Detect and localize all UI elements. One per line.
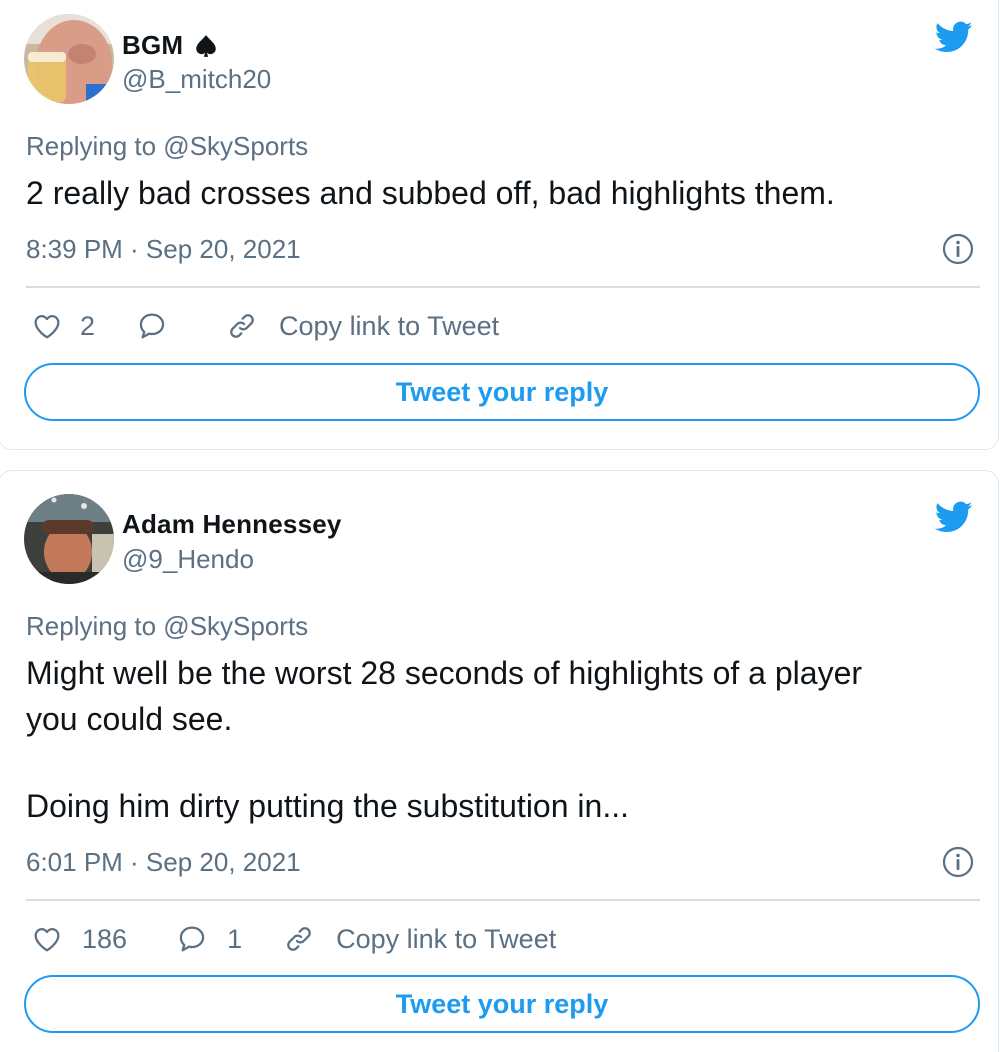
tweet-text: 2 really bad crosses and subbed off, bad…	[26, 170, 981, 216]
twitter-bird-icon[interactable]	[932, 498, 976, 536]
tweet-your-reply-button[interactable]: Tweet your reply	[24, 363, 980, 421]
tweet-text: Might well be the worst 28 seconds of hi…	[26, 650, 981, 829]
avatar[interactable]	[24, 14, 114, 104]
copy-link-button[interactable]: Copy link to Tweet	[225, 310, 499, 342]
heart-icon	[34, 928, 60, 952]
tweet-text-line	[26, 742, 981, 783]
copy-link-label: Copy link to Tweet	[279, 310, 500, 341]
tweet-actions: 2 Copy link to Tweet	[30, 306, 499, 346]
author-handle[interactable]: @9_Hendo	[122, 544, 254, 575]
author-name-row: Adam Hennessey	[122, 509, 342, 540]
author-handle[interactable]: @B_mitch20	[122, 64, 271, 95]
like-button[interactable]: 186	[30, 923, 127, 955]
replying-to[interactable]: Replying to @SkySports	[26, 611, 308, 642]
tweet-text-line: Doing him dirty putting the substitution…	[26, 788, 629, 824]
author-name[interactable]: Adam Hennessey	[122, 509, 342, 540]
divider	[26, 899, 980, 901]
like-button[interactable]: 2	[30, 310, 95, 342]
twitter-bird-icon[interactable]	[932, 18, 976, 56]
like-count: 186	[82, 923, 128, 954]
reply-bubble-icon	[179, 926, 205, 952]
divider	[26, 286, 980, 288]
tweet-text-line: Might well be the worst 28 seconds of hi…	[26, 655, 863, 691]
tweet-actions: 186 1 Copy link to Tweet	[30, 919, 556, 959]
info-icon[interactable]	[942, 233, 974, 265]
author-name-row: BGM	[122, 30, 219, 61]
copy-link-button[interactable]: Copy link to Tweet	[282, 923, 556, 955]
reply-icon-button[interactable]: 1	[175, 923, 242, 955]
reply-icon-button[interactable]	[135, 310, 169, 342]
reply-count: 1	[227, 923, 243, 954]
tweet-text-line: 2 really bad crosses and subbed off, bad…	[26, 175, 835, 211]
replying-to[interactable]: Replying to @SkySports	[26, 131, 308, 162]
author-name[interactable]: BGM	[122, 30, 183, 61]
heart-icon	[34, 315, 60, 339]
like-count: 2	[80, 310, 96, 341]
tweet-text-line: you could see.	[26, 701, 233, 737]
copy-link-label: Copy link to Tweet	[336, 923, 557, 954]
spade-icon	[196, 34, 217, 57]
avatar[interactable]	[24, 494, 114, 584]
link-icon	[230, 314, 254, 338]
link-icon	[287, 927, 311, 951]
info-icon[interactable]	[942, 846, 974, 878]
timestamp[interactable]: 8:39 PM · Sep 20, 2021	[26, 234, 301, 265]
tweet-your-reply-button[interactable]: Tweet your reply	[24, 975, 980, 1033]
timestamp[interactable]: 6:01 PM · Sep 20, 2021	[26, 847, 301, 878]
reply-bubble-icon	[139, 313, 165, 339]
